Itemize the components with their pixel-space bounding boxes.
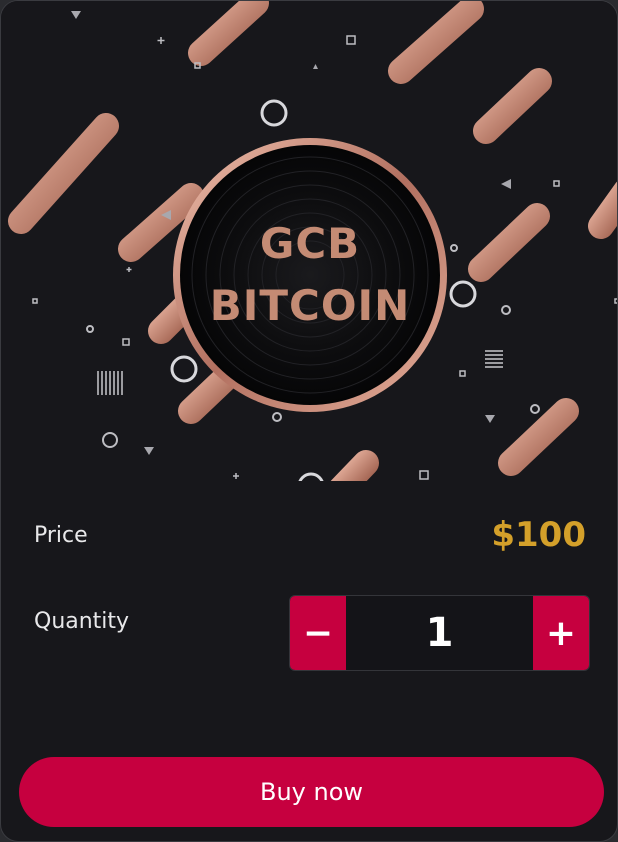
quantity-value[interactable]: 1	[346, 596, 533, 670]
quantity-stepper: − 1 +	[289, 595, 590, 671]
product-card: GCB BITCOIN Price $100 Quantity − 1 + Bu…	[0, 0, 618, 842]
increment-button[interactable]: +	[533, 596, 589, 670]
price-value: $100	[491, 515, 586, 555]
coin-icon	[173, 138, 447, 412]
decrement-button[interactable]: −	[290, 596, 346, 670]
quantity-label: Quantity	[34, 609, 130, 634]
price-label: Price	[34, 523, 88, 548]
buy-now-button[interactable]: Buy now	[19, 757, 604, 827]
product-image: GCB BITCOIN	[1, 1, 617, 481]
coin-label-line1: GCB	[259, 219, 361, 268]
coin-label-line2: BITCOIN	[209, 281, 411, 330]
